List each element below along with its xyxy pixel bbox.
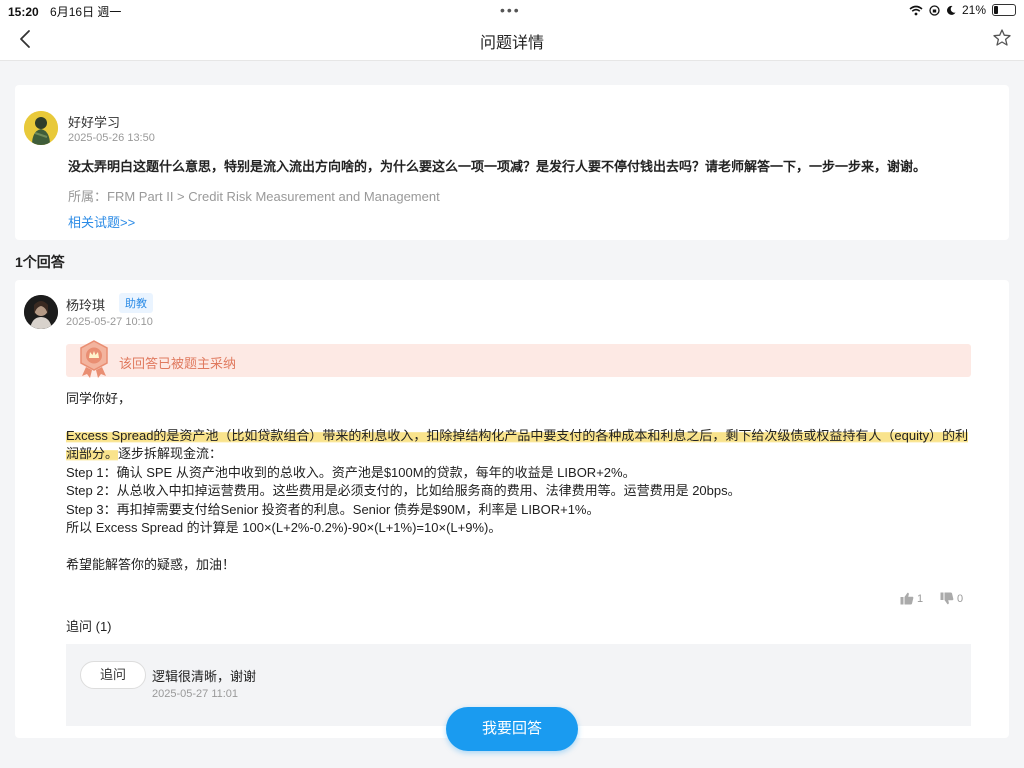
answer-text: 逐步拆解现金流： bbox=[118, 446, 223, 461]
answer-button[interactable]: 我要回答 bbox=[446, 707, 578, 751]
answer-paragraph: Excess Spread的是资产池（比如贷款组合）带来的利息收入，扣除掉结构化… bbox=[66, 427, 976, 464]
dislike-count: 0 bbox=[957, 592, 964, 605]
answers-count: 1个回答 bbox=[15, 254, 65, 270]
followup-text: 逻辑很清晰，谢谢 bbox=[152, 669, 257, 684]
avatar-image bbox=[24, 295, 58, 329]
status-time: 15:20 bbox=[8, 5, 39, 19]
battery-icon bbox=[992, 4, 1016, 16]
answer-step-3: Step 3：再扣掉需要支付给Senior 投资者的利息。Senior 债券是$… bbox=[66, 501, 600, 517]
answer-step-1: Step 1：确认 SPE 从资产池中收到的总收入。资产池是$100M的贷款，每… bbox=[66, 464, 636, 480]
avatar-image bbox=[24, 111, 58, 145]
status-bar: 15:20 6月16日 週一 ••• 21% bbox=[0, 0, 1024, 20]
navigation-bar: 问题详情 bbox=[0, 20, 1024, 61]
dislike-button[interactable]: 0 bbox=[940, 592, 963, 605]
answer-greeting: 同学你好， bbox=[66, 391, 132, 406]
thumbs-down-icon bbox=[940, 592, 954, 605]
battery-level bbox=[994, 6, 998, 14]
moon-icon bbox=[946, 5, 956, 15]
like-button[interactable]: 1 bbox=[900, 592, 923, 605]
answer-step-2: Step 2：从总收入中扣掉运营费用。这些费用是必须支付的，比如给服务商的费用、… bbox=[66, 483, 741, 498]
status-indicators: 21% bbox=[909, 3, 1016, 17]
wifi-icon bbox=[909, 5, 923, 15]
orientation-lock-icon bbox=[929, 4, 940, 16]
question-card: 好好学习 2025-05-26 13:50 没太弄明白这题什么意思，特别是流入流… bbox=[15, 85, 1009, 240]
followup-label: 追问 (1) bbox=[66, 619, 112, 634]
answer-author: 杨玲琪 bbox=[66, 298, 106, 313]
question-text: 没太弄明白这题什么意思，特别是流入流出方向啥的，为什么要这么一项一项减？是发行人… bbox=[68, 159, 927, 174]
answer-time: 2025-05-27 10:10 bbox=[66, 316, 153, 328]
answer-formula: 所以 Excess Spread 的计算是 100×(L+2%-0.2%)-90… bbox=[66, 520, 502, 535]
question-author: 好好学习 bbox=[68, 115, 121, 130]
accepted-text: 该回答已被题主采纳 bbox=[119, 356, 237, 371]
question-category: 所属：FRM Part II > Credit Risk Measurement… bbox=[68, 189, 440, 204]
avatar bbox=[24, 111, 58, 145]
answer-closing: 希望能解答你的疑惑，加油！ bbox=[66, 556, 236, 572]
answer-card: 杨玲琪 助教 2025-05-27 10:10 该回答已被题主采纳 同学你好， … bbox=[15, 280, 1009, 738]
like-count: 1 bbox=[917, 592, 924, 605]
followup-time: 2025-05-27 11:01 bbox=[152, 688, 239, 700]
medal-icon bbox=[80, 340, 108, 378]
status-time-date: 15:20 6月16日 週一 bbox=[8, 3, 121, 20]
avatar bbox=[24, 295, 58, 329]
accepted-banner: 该回答已被题主采纳 bbox=[66, 340, 971, 378]
followup-tag: 追问 bbox=[80, 661, 146, 689]
status-date: 6月16日 週一 bbox=[50, 5, 122, 19]
related-questions-link[interactable]: 相关试题>> bbox=[68, 212, 135, 231]
question-time: 2025-05-26 13:50 bbox=[68, 132, 155, 144]
role-badge: 助教 bbox=[119, 293, 153, 313]
star-icon[interactable] bbox=[992, 28, 1012, 48]
battery-percent: 21% bbox=[961, 3, 986, 17]
answer-body: 同学你好， Excess Spread的是资产池（比如贷款组合）带来的利息收入，… bbox=[66, 390, 976, 574]
multitasking-dots-icon[interactable]: ••• bbox=[500, 2, 521, 18]
page-title: 问题详情 bbox=[479, 35, 544, 52]
thumbs-up-icon bbox=[900, 592, 914, 605]
